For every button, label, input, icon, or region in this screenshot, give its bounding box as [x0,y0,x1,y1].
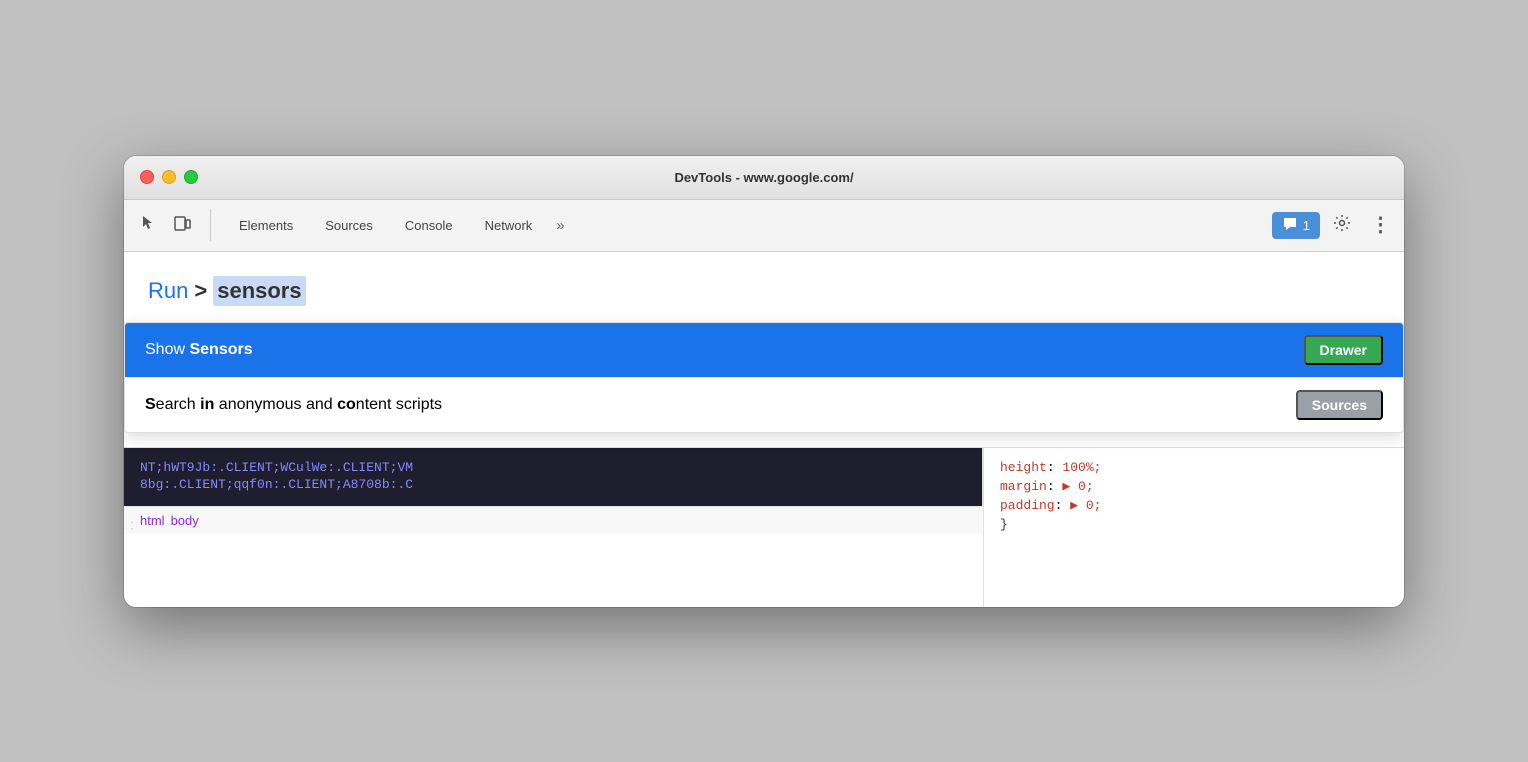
result-item-sensors[interactable]: Show Sensors Drawer [125,323,1403,377]
run-label: Run [148,278,188,304]
tab-elements[interactable]: Elements [223,212,309,239]
breadcrumb-bar: html body [124,506,983,534]
tab-console[interactable]: Console [389,212,469,239]
device-toggle-button[interactable] [166,209,198,241]
traffic-lights [140,170,198,184]
result-label-search: Search in anonymous and content scripts [145,396,1296,414]
css-height-prop: height [1000,460,1047,475]
toolbar-right: 1 ⋮ [1272,209,1396,241]
breadcrumb-body[interactable]: body [171,513,199,528]
command-input-line[interactable]: Run > sensors [148,272,1380,314]
code-line-1: NT;hWT9Jb:.CLIENT;WCulWe:.CLIENT;VM [140,460,966,475]
settings-button[interactable] [1326,209,1358,241]
title-bar: DevTools - www.google.com/ [124,156,1404,200]
css-height-val: 100%; [1062,460,1101,475]
css-padding-val: ▶ 0; [1070,498,1101,513]
css-colon-1: : [1047,460,1063,475]
command-query: sensors [213,276,305,306]
command-arrow: > [194,278,207,304]
result-highlight-in: in [200,396,214,413]
command-area: Run > sensors [124,252,1404,327]
result-text-ntent: ntent scripts [356,396,442,413]
css-height-line: height: 100%; [1000,460,1368,475]
minimize-button[interactable] [162,170,176,184]
result-highlight-s: S [145,396,156,413]
code-panel: ·· NT;hWT9Jb:.CLIENT;WCulWe:.CLIENT;VM 8… [124,447,1404,607]
badge-count: 1 [1303,218,1310,233]
code-left-content: NT;hWT9Jb:.CLIENT;WCulWe:.CLIENT;VM 8bg:… [124,448,983,506]
devtools-toolbar: Elements Sources Console Network » 1 [124,200,1404,252]
result-label-sensors: Show Sensors [145,341,1304,359]
settings-icon [1333,214,1351,237]
window-title: DevTools - www.google.com/ [674,170,853,185]
cursor-icon [139,214,157,237]
css-colon-2: : [1047,479,1063,494]
notifications-button[interactable]: 1 [1272,212,1320,239]
right-code-panel: height: 100%; margin: ▶ 0; padding: ▶ 0;… [984,448,1404,607]
tab-network[interactable]: Network [469,212,549,239]
css-code-content: height: 100%; margin: ▶ 0; padding: ▶ 0;… [984,448,1384,548]
css-margin-prop: margin [1000,479,1047,494]
css-brace-line: } [1000,517,1368,532]
code-line-2: 8bg:.CLIENT;qqf0n:.CLIENT;A8708b:.C [140,477,966,492]
css-closing-brace: } [1000,517,1008,532]
close-button[interactable] [140,170,154,184]
toolbar-tabs: Elements Sources Console Network » [223,211,1268,240]
more-options-button[interactable]: ⋮ [1364,209,1396,241]
command-dropdown: Show Sensors Drawer Search in anonymous … [124,322,1404,433]
result-prefix-show: Show [145,341,189,358]
result-text-anonymous: anonymous [214,396,301,413]
result-highlight-sensors: Sensors [189,341,252,358]
expand-dots: ·· [126,520,138,533]
devtools-window: DevTools - www.google.com/ [124,156,1404,607]
devtools-body: Run > sensors Show Sensors Drawer Search… [124,252,1404,607]
css-padding-prop: padding [1000,498,1055,513]
css-margin-line: margin: ▶ 0; [1000,479,1368,494]
result-item-search[interactable]: Search in anonymous and content scripts … [125,378,1403,432]
toolbar-icon-group [132,209,211,241]
more-icon: ⋮ [1371,215,1390,235]
cursor-icon-button[interactable] [132,209,164,241]
sources-badge-button[interactable]: Sources [1296,390,1383,420]
more-tabs-button[interactable]: » [548,211,572,240]
left-code-panel: ·· NT;hWT9Jb:.CLIENT;WCulWe:.CLIENT;VM 8… [124,448,984,607]
drawer-badge-button[interactable]: Drawer [1304,335,1383,365]
css-colon-3: : [1055,498,1071,513]
result-text-earch: earch [156,396,200,413]
tab-sources[interactable]: Sources [309,212,389,239]
maximize-button[interactable] [184,170,198,184]
result-highlight-co: co [337,396,356,413]
css-margin-val: ▶ 0; [1062,479,1093,494]
chat-icon [1282,216,1298,235]
device-icon [173,214,191,237]
css-padding-line: padding: ▶ 0; [1000,498,1368,513]
breadcrumb-html[interactable]: html [140,513,165,528]
